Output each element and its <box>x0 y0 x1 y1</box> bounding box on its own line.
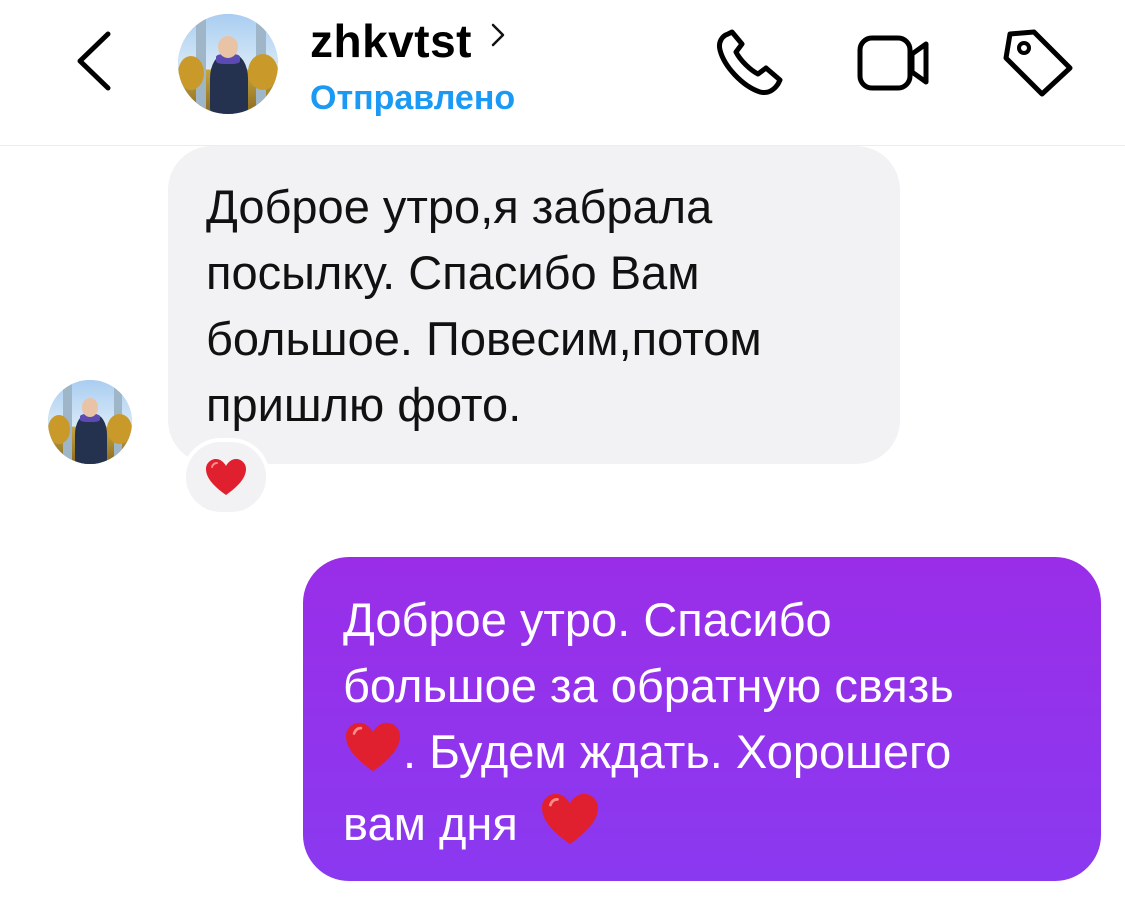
outgoing-message-line-1: Доброе утро. Спасибо <box>343 593 832 646</box>
phone-icon <box>717 29 783 95</box>
contact-avatar[interactable] <box>178 14 278 114</box>
outgoing-message-line-3: . Будем ждать. Хорошего <box>343 719 1061 791</box>
message-reaction[interactable] <box>182 438 270 516</box>
chevron-left-icon <box>77 31 111 91</box>
outgoing-message-line-4: вам дня <box>343 791 1061 864</box>
audio-call-button[interactable] <box>714 28 788 98</box>
contact-username: zhkvtst <box>310 15 472 67</box>
red-heart-icon <box>206 459 246 495</box>
incoming-message-bubble[interactable]: Доброе утро,я забрала посылку. Спасибо В… <box>168 146 900 464</box>
red-heart-icon <box>539 791 601 864</box>
chat-screen: zhkvtst Отправлено Доброе утро,я забрала… <box>0 0 1125 902</box>
video-call-button[interactable] <box>856 28 932 98</box>
outgoing-message-line-3-text: . Будем ждать. Хорошего <box>403 725 952 778</box>
sender-avatar[interactable] <box>48 380 132 464</box>
outgoing-message-line-2: большое за обратную связь <box>343 659 954 712</box>
back-button[interactable] <box>68 28 128 94</box>
chevron-right-icon <box>490 21 506 54</box>
tag-button[interactable] <box>1000 28 1076 98</box>
outgoing-message-line-4-text: вам дня <box>343 797 518 851</box>
incoming-message-text: Доброе утро,я забрала посылку. Спасибо В… <box>206 180 762 431</box>
contact-title[interactable]: zhkvtst <box>310 14 506 68</box>
tag-icon <box>1003 29 1073 97</box>
video-camera-icon <box>857 35 929 91</box>
red-heart-icon <box>343 720 403 791</box>
message-status: Отправлено <box>310 79 516 117</box>
chat-header: zhkvtst Отправлено <box>0 0 1125 146</box>
outgoing-message-bubble[interactable]: Доброе утро. Спасибо большое за обратную… <box>303 557 1101 881</box>
